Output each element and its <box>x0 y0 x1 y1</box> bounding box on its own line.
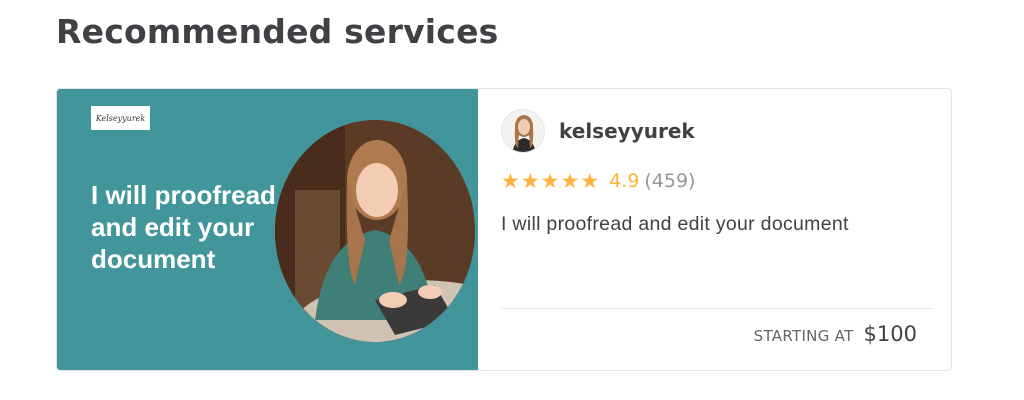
seller-name[interactable]: kelseyyurek <box>559 119 695 143</box>
starting-at-label: STARTING AT <box>753 327 854 345</box>
star-icon: ★ <box>520 169 540 193</box>
price-value: $100 <box>863 322 917 346</box>
gig-title[interactable]: I will proofread and edit your document <box>501 213 933 236</box>
star-icon: ★ <box>580 169 600 193</box>
seller-photo <box>275 120 475 342</box>
gig-card[interactable]: Kelseyyurek I will proofread and edit yo… <box>56 88 952 371</box>
brand-logo-text: Kelseyyurek <box>95 113 146 123</box>
price-row: STARTING AT $100 <box>754 322 917 346</box>
rating-score: 4.9 <box>609 170 640 192</box>
gig-thumbnail[interactable]: Kelseyyurek I will proofread and edit yo… <box>57 89 478 370</box>
divider <box>501 308 933 309</box>
seller-row: kelseyyurek <box>501 109 933 153</box>
section-title: Recommended services <box>56 12 499 51</box>
gig-info: kelseyyurek ★ ★ ★ ★ ★ 4.9 (459) I will p… <box>478 89 951 370</box>
star-icon: ★ <box>501 169 520 193</box>
rating-row: ★ ★ ★ ★ ★ 4.9 (459) <box>501 169 933 193</box>
star-icon: ★ <box>540 169 560 193</box>
avatar-illustration <box>502 110 544 152</box>
avatar[interactable] <box>501 109 545 153</box>
rating-count: (459) <box>644 170 696 192</box>
star-rating: ★ ★ ★ ★ ★ <box>501 170 599 192</box>
seller-photo-illustration <box>275 120 475 342</box>
gig-overlay-text: I will proofread and edit your document <box>91 180 276 274</box>
brand-logo: Kelseyyurek <box>91 106 150 130</box>
star-icon: ★ <box>560 169 580 193</box>
